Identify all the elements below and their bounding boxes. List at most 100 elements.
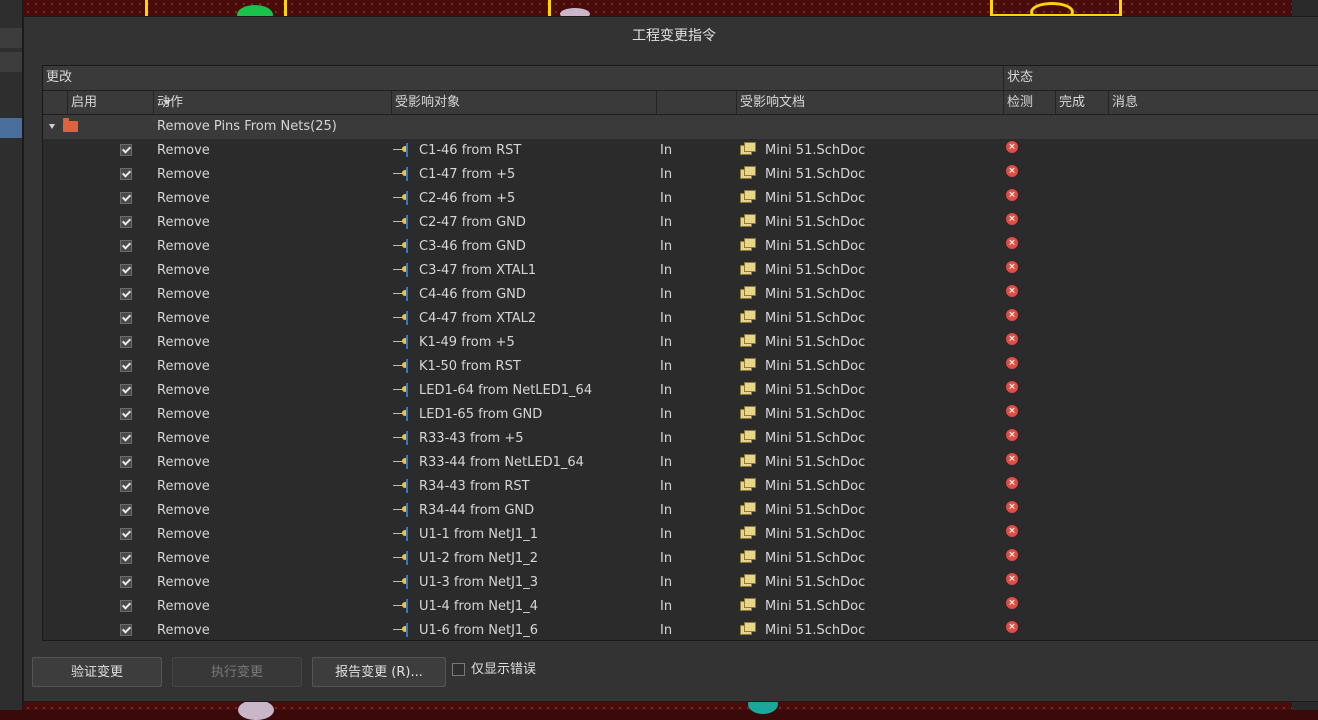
direction-cell: In [660, 263, 673, 278]
enable-checkbox[interactable] [120, 144, 132, 156]
action-cell: Remove [157, 431, 210, 446]
affected-object-cell: R34-44 from GND [419, 503, 535, 518]
enable-checkbox[interactable] [120, 528, 132, 540]
direction-cell: In [660, 455, 673, 470]
schematic-doc-icon [740, 622, 756, 636]
error-icon: × [1006, 525, 1018, 537]
table-row[interactable]: Remove C2-47 from GND In Mini 51.SchDoc × [43, 211, 1318, 235]
table-row[interactable]: Remove C3-47 from XTAL1 In Mini 51.SchDoc × [43, 259, 1318, 283]
table-row[interactable]: Remove C4-46 from GND In Mini 51.SchDoc × [43, 283, 1318, 307]
table-row[interactable]: Remove LED1-64 from NetLED1_64 In Mini 51.S… [43, 379, 1318, 403]
action-cell: Remove [157, 575, 210, 590]
enable-checkbox[interactable] [120, 456, 132, 468]
affected-doc-cell: Mini 51.SchDoc [765, 431, 866, 446]
enable-checkbox[interactable] [120, 504, 132, 516]
table-row[interactable]: Remove R34-44 from GND In Mini 51.SchDoc × [43, 499, 1318, 523]
header-message[interactable]: 消息 [1108, 91, 1318, 114]
header-enable[interactable]: 启用 [67, 91, 171, 114]
panel-tab[interactable] [0, 52, 22, 72]
table-row[interactable]: Remove C1-46 from RST In Mini 51.SchDoc × [43, 139, 1318, 163]
error-icon: × [1006, 573, 1018, 585]
validate-changes-button[interactable]: 验证变更 [32, 657, 162, 687]
schematic-doc-icon [740, 502, 756, 516]
report-changes-button[interactable]: 报告变更 (R)... [312, 657, 446, 687]
changes-grid: 更改 状态 启用 动作 受影响对象 受影响文档 检测 完成 消息 Remove … [42, 65, 1318, 641]
affected-doc-cell: Mini 51.SchDoc [765, 167, 866, 182]
affected-doc-cell: Mini 51.SchDoc [765, 335, 866, 350]
affected-doc-cell: Mini 51.SchDoc [765, 263, 866, 278]
affected-doc-cell: Mini 51.SchDoc [765, 527, 866, 542]
group-label: Remove Pins From Nets(25) [157, 119, 337, 134]
pin-icon [393, 599, 409, 613]
error-icon: × [1006, 381, 1018, 393]
table-row[interactable]: Remove U1-1 from NetJ1_1 In Mini 51.SchDoc × [43, 523, 1318, 547]
enable-checkbox[interactable] [120, 624, 132, 636]
panel-tab[interactable] [0, 28, 22, 48]
schematic-doc-icon [740, 142, 756, 156]
affected-doc-cell: Mini 51.SchDoc [765, 191, 866, 206]
affected-object-cell: C2-46 from +5 [419, 191, 516, 206]
affected-object-cell: C2-47 from GND [419, 215, 526, 230]
affected-object-cell: C4-47 from XTAL2 [419, 311, 537, 326]
enable-checkbox[interactable] [120, 312, 132, 324]
enable-checkbox[interactable] [120, 240, 132, 252]
action-cell: Remove [157, 239, 210, 254]
enable-checkbox[interactable] [120, 408, 132, 420]
header-affected-object[interactable]: 受影响对象 [391, 91, 656, 114]
expand-triangle-icon[interactable] [49, 124, 55, 129]
affected-doc-cell: Mini 51.SchDoc [765, 215, 866, 230]
table-row[interactable]: Remove U1-4 from NetJ1_4 In Mini 51.SchDoc × [43, 595, 1318, 619]
enable-checkbox[interactable] [120, 192, 132, 204]
table-row[interactable]: Remove C4-47 from XTAL2 In Mini 51.SchDoc × [43, 307, 1318, 331]
enable-checkbox[interactable] [120, 264, 132, 276]
direction-cell: In [660, 383, 673, 398]
table-row[interactable]: Remove LED1-65 from GND In Mini 51.SchDoc × [43, 403, 1318, 427]
header-affected-doc[interactable]: 受影响文档 [736, 91, 1003, 114]
error-icon: × [1006, 165, 1018, 177]
pin-icon [393, 503, 409, 517]
header-direction[interactable] [656, 91, 736, 114]
enable-checkbox[interactable] [120, 480, 132, 492]
enable-checkbox[interactable] [120, 384, 132, 396]
enable-checkbox[interactable] [120, 600, 132, 612]
action-cell: Remove [157, 287, 210, 302]
affected-doc-cell: Mini 51.SchDoc [765, 623, 866, 638]
only-errors-checkbox[interactable] [452, 663, 465, 676]
enable-checkbox[interactable] [120, 216, 132, 228]
action-cell: Remove [157, 359, 210, 374]
affected-object-cell: C1-46 from RST [419, 143, 522, 158]
header-done[interactable]: 完成 [1055, 91, 1108, 114]
table-row[interactable]: Remove U1-6 from NetJ1_6 In Mini 51.SchDoc × [43, 619, 1318, 640]
enable-checkbox[interactable] [120, 432, 132, 444]
pin-icon [393, 287, 409, 301]
group-row[interactable]: Remove Pins From Nets(25) [43, 115, 1318, 139]
table-row[interactable]: Remove K1-50 from RST In Mini 51.SchDoc × [43, 355, 1318, 379]
enable-checkbox[interactable] [120, 288, 132, 300]
error-icon: × [1006, 237, 1018, 249]
table-row[interactable]: Remove C1-47 from +5 In Mini 51.SchDoc × [43, 163, 1318, 187]
table-row[interactable]: Remove R33-43 from +5 In Mini 51.SchDoc × [43, 427, 1318, 451]
header-check[interactable]: 检测 [1003, 91, 1055, 114]
table-row[interactable]: Remove U1-2 from NetJ1_2 In Mini 51.SchDoc × [43, 547, 1318, 571]
panel-tab-selected[interactable] [0, 118, 22, 138]
pin-icon [393, 407, 409, 421]
enable-checkbox[interactable] [120, 336, 132, 348]
schematic-doc-icon [740, 262, 756, 276]
schematic-doc-icon [740, 598, 756, 612]
schematic-doc-icon [740, 358, 756, 372]
enable-checkbox[interactable] [120, 552, 132, 564]
table-row[interactable]: Remove C3-46 from GND In Mini 51.SchDoc × [43, 235, 1318, 259]
pin-icon [393, 551, 409, 565]
table-row[interactable]: Remove R33-44 from NetLED1_64 In Mini 51.Sc… [43, 451, 1318, 475]
schematic-doc-icon [740, 406, 756, 420]
action-cell: Remove [157, 143, 210, 158]
enable-checkbox[interactable] [120, 360, 132, 372]
enable-checkbox[interactable] [120, 168, 132, 180]
execute-changes-button[interactable]: 执行变更 [172, 657, 302, 687]
enable-checkbox[interactable] [120, 576, 132, 588]
table-row[interactable]: Remove R34-43 from RST In Mini 51.SchDoc × [43, 475, 1318, 499]
table-row[interactable]: Remove K1-49 from +5 In Mini 51.SchDoc × [43, 331, 1318, 355]
table-row[interactable]: Remove C2-46 from +5 In Mini 51.SchDoc × [43, 187, 1318, 211]
header-action[interactable]: 动作 [153, 91, 391, 114]
table-row[interactable]: Remove U1-3 from NetJ1_3 In Mini 51.SchDoc × [43, 571, 1318, 595]
